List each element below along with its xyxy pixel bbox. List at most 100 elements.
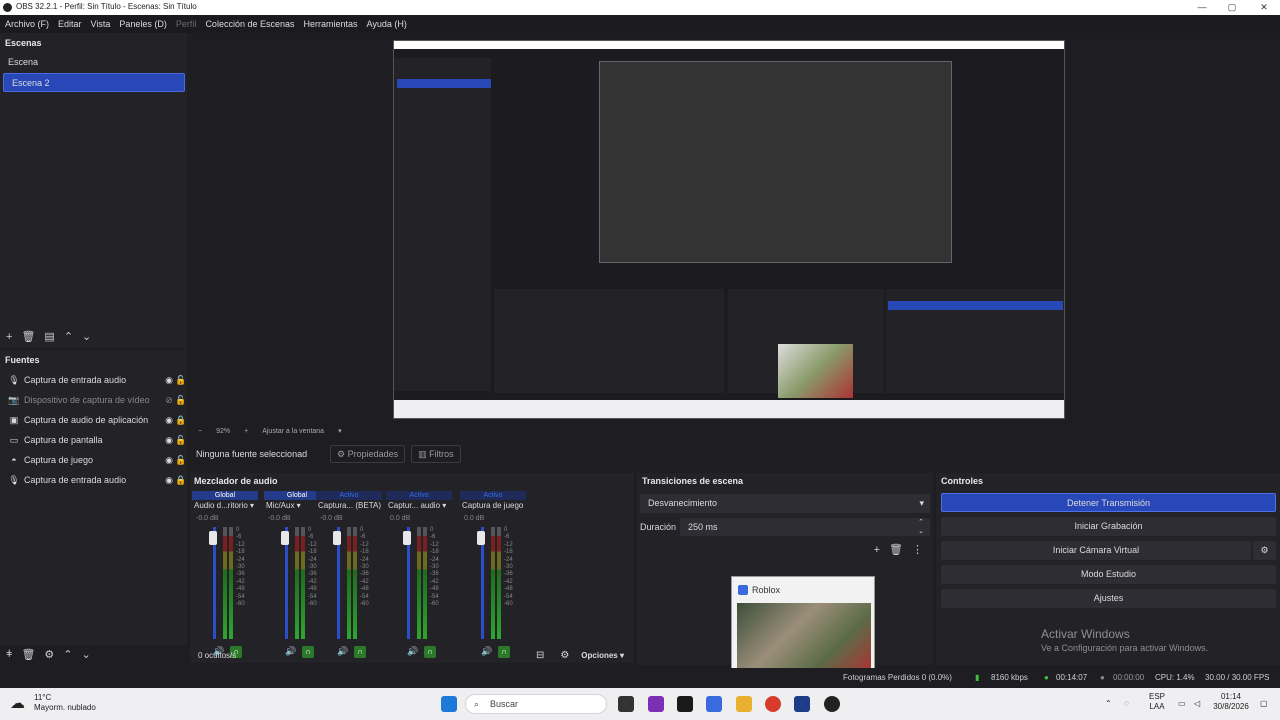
meter-tick: -6 <box>236 534 242 541</box>
chrome-icon[interactable] <box>765 696 781 712</box>
fader-handle[interactable] <box>403 531 411 545</box>
chevron-down-icon: ▾ <box>919 498 924 508</box>
remove-transition-icon[interactable]: 🗑 <box>889 543 903 556</box>
eye-icon[interactable]: ◉ <box>163 475 175 486</box>
move-down-icon[interactable]: ⌄ <box>82 648 91 661</box>
eye-icon[interactable]: ◉ <box>163 455 175 466</box>
channel-name[interactable]: Captur... audio ▾ <box>388 501 452 510</box>
nvidia-icon[interactable] <box>677 696 693 712</box>
unlock-icon[interactable]: 🔓 <box>175 395 187 406</box>
filters-button[interactable]: ▥ Filtros <box>411 445 461 463</box>
transition-select[interactable]: Desvanecimiento ▾ <box>640 494 930 513</box>
scene-item-selected[interactable]: Escena 2 <box>3 73 185 92</box>
watermark-line1: Activar Windows <box>1041 627 1130 641</box>
chevron-down-icon[interactable]: ▾ <box>338 427 342 435</box>
eye-hidden-icon[interactable]: ⊘ <box>163 395 175 406</box>
language-indicator[interactable]: ESP LAA <box>1146 692 1168 712</box>
move-up-icon[interactable]: ⌃ <box>63 648 72 661</box>
mixer-channel: Global Audio d...ritorio ▾ -0.0 dB 0 -6 -12 -1… <box>192 491 258 658</box>
notification-icon[interactable]: ▢ <box>1260 699 1268 709</box>
menu-ayuda[interactable]: Ayuda (H) <box>367 19 407 29</box>
fader-handle[interactable] <box>209 531 217 545</box>
source-item[interactable]: 📷 Dispositivo de captura de vídeo ⊘ 🔓 <box>0 390 187 410</box>
volume-icon[interactable]: ◁ <box>1194 699 1200 709</box>
lock-icon[interactable]: 🔒 <box>175 415 187 426</box>
unlock-icon[interactable]: 🔓 <box>175 435 187 446</box>
more-options-icon[interactable]: ⋮ <box>912 543 923 556</box>
bitrate: 8160 kbps <box>991 673 1028 682</box>
menu-paneles[interactable]: Paneles (D) <box>119 19 167 29</box>
channel-badge[interactable]: Activo <box>460 491 526 500</box>
windows-start-icon[interactable] <box>441 696 457 712</box>
tray-app-icon[interactable]: ◌ <box>1124 699 1129 709</box>
stop-streaming-button[interactable]: Detener Transmisión <box>941 493 1276 512</box>
channel-badge[interactable]: Activo <box>386 491 452 500</box>
scene-filters-icon[interactable]: ▤ <box>44 330 54 343</box>
taskbar-search[interactable]: ⌕ Buscar <box>465 694 607 714</box>
studio-mode-button[interactable]: Modo Estudio <box>941 565 1276 584</box>
channel-badge[interactable]: Activo <box>316 491 382 500</box>
move-down-icon[interactable]: ⌄ <box>82 330 91 343</box>
scene-item[interactable]: Escena <box>3 53 185 72</box>
source-item[interactable]: ▣ Captura de audio de aplicación ◉ 🔒 <box>0 410 187 430</box>
fader-handle[interactable] <box>333 531 341 545</box>
channel-name[interactable]: Captura de juego ▾ <box>462 501 526 510</box>
zoom-in-icon[interactable]: + <box>244 428 248 435</box>
lock-icon[interactable]: 🔒 <box>175 475 187 486</box>
fader-handle[interactable] <box>281 531 289 545</box>
app-icon[interactable] <box>648 696 664 712</box>
fader-handle[interactable] <box>477 531 485 545</box>
remove-scene-icon[interactable]: 🗑 <box>21 330 35 343</box>
mixer-advanced-icon[interactable]: ⚙ <box>560 650 569 661</box>
file-explorer-icon[interactable] <box>736 696 752 712</box>
network-icon[interactable]: ▭ <box>1178 699 1186 709</box>
eye-icon[interactable]: ◉ <box>163 435 175 446</box>
dropped-frames: Fotogramas Perdidos 0 (0.0%) <box>843 673 952 682</box>
store-icon[interactable] <box>706 696 722 712</box>
zoom-fit[interactable]: Ajustar a la ventana <box>262 428 324 435</box>
eye-icon[interactable]: ◉ <box>163 375 175 386</box>
menu-herramientas[interactable]: Herramientas <box>304 19 358 29</box>
task-view-icon[interactable] <box>618 696 634 712</box>
zoom-out-icon[interactable]: − <box>198 428 202 435</box>
taskbar-thumbnail-preview[interactable]: Roblox <box>731 576 875 678</box>
unlock-icon[interactable]: 🔓 <box>175 455 187 466</box>
menu-coleccion[interactable]: Colección de Escenas <box>205 19 294 29</box>
clock[interactable]: 01:14 30/8/2026 <box>1208 692 1254 712</box>
mixer-options-button[interactable]: Opciones ▾ <box>581 651 624 660</box>
menu-vista[interactable]: Vista <box>91 19 111 29</box>
start-recording-button[interactable]: Iniciar Grabación <box>941 517 1276 536</box>
unlock-icon[interactable]: 🔓 <box>175 375 187 386</box>
start-virtual-camera-button[interactable]: Iniciar Cámara Virtual <box>941 541 1251 560</box>
add-scene-icon[interactable]: + <box>6 331 12 343</box>
eye-icon[interactable]: ◉ <box>163 415 175 426</box>
channel-name[interactable]: Captura... (BETA) ▾ <box>318 501 382 510</box>
add-transition-icon[interactable]: + <box>874 544 880 556</box>
move-up-icon[interactable]: ⌃ <box>64 330 73 343</box>
menu-editar[interactable]: Editar <box>58 19 82 29</box>
settings-button[interactable]: Ajustes <box>941 589 1276 608</box>
source-item[interactable]: 🎙 Captura de entrada audio ◉ 🔒 <box>0 470 187 490</box>
virtual-camera-settings-button[interactable]: ⚙ <box>1253 541 1276 560</box>
source-item[interactable]: 🎙 Captura de entrada audio ◉ 🔓 <box>0 370 187 390</box>
add-source-footer-icon[interactable]: + <box>6 647 12 659</box>
source-settings-icon[interactable]: ⚙ <box>44 648 54 661</box>
roblox-icon[interactable] <box>794 696 810 712</box>
channel-badge[interactable]: Global <box>192 491 258 500</box>
source-item[interactable]: ▭ Captura de pantalla ◉ 🔓 <box>0 430 187 450</box>
obs-icon[interactable] <box>824 696 840 712</box>
menu-perfil[interactable]: Perfil <box>176 19 197 29</box>
source-item[interactable]: ◓ Captura de juego ◉ 🔓 <box>0 450 187 470</box>
channel-name[interactable]: Audio d...ritorio ▾ <box>194 501 258 510</box>
tray-chevron-icon[interactable]: ⌃ <box>1105 699 1112 709</box>
properties-button[interactable]: ⚙ Propiedades <box>330 445 406 463</box>
remove-source-icon[interactable]: 🗑 <box>21 648 35 661</box>
minimize-icon[interactable]: — <box>1188 0 1216 15</box>
mixer-layout-icon[interactable]: ⊟ <box>536 650 544 661</box>
menu-archivo[interactable]: Archivo (F) <box>5 19 49 29</box>
weather-widget[interactable]: 11°C Mayorm. nublado <box>34 693 96 713</box>
options-label: Opciones <box>581 650 618 660</box>
duration-input[interactable]: 250 ms ⌃ ⌄ <box>680 518 930 536</box>
close-icon[interactable]: ✕ <box>1250 0 1278 15</box>
maximize-icon[interactable]: ▢ <box>1218 0 1246 15</box>
